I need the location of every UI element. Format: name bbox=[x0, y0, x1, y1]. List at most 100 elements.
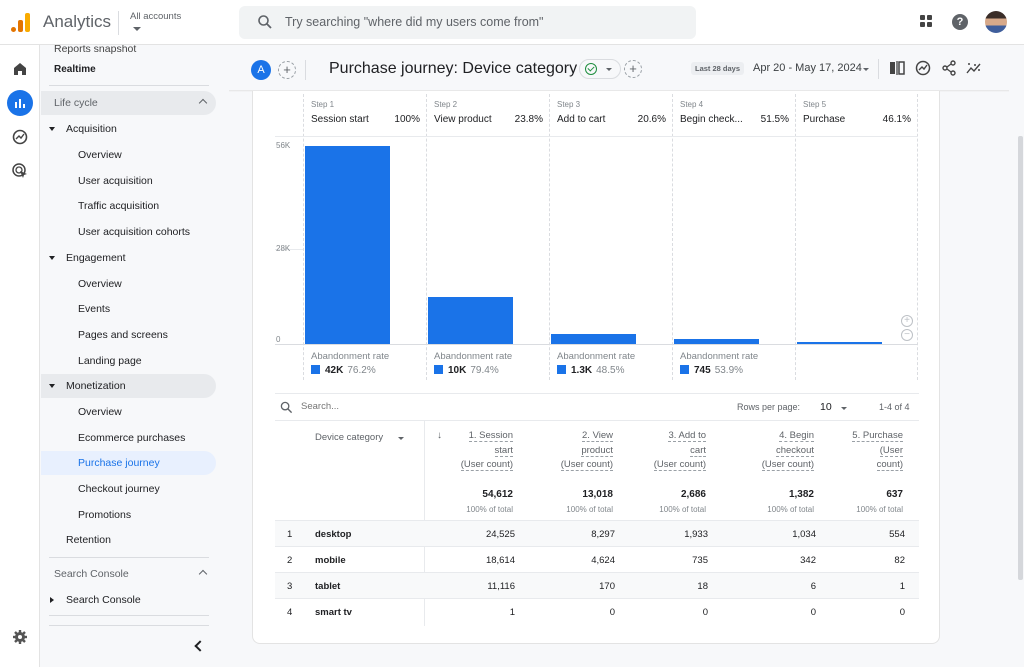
nav-group-engagement[interactable]: Engagement bbox=[41, 246, 216, 270]
apps-icon[interactable] bbox=[920, 15, 933, 28]
column-header[interactable]: 1. Session start (User count) bbox=[460, 429, 513, 473]
sort-arrow-icon[interactable]: ↓ bbox=[437, 430, 442, 441]
abandonment-label: Abandonment rate bbox=[311, 351, 390, 362]
nav-item-retention[interactable]: Retention bbox=[41, 528, 216, 552]
step-completion-rate: 20.6% bbox=[637, 114, 666, 125]
chevron-down-icon[interactable] bbox=[863, 68, 869, 71]
add-icon[interactable]: + bbox=[624, 60, 642, 78]
metric-cell: 11,116 bbox=[487, 581, 515, 592]
nav-item-events[interactable]: Events bbox=[41, 297, 216, 321]
bar-purchase[interactable] bbox=[797, 341, 882, 344]
dimension-header[interactable]: Device category bbox=[315, 432, 383, 443]
account-selector[interactable]: All accounts bbox=[130, 11, 181, 22]
header-line: (User bbox=[879, 444, 903, 457]
insights-icon[interactable] bbox=[915, 60, 931, 76]
nav-label: Acquisition bbox=[66, 123, 117, 135]
device-category-cell[interactable]: tablet bbox=[315, 581, 340, 592]
nav-group-monetization[interactable]: Monetization bbox=[41, 374, 216, 398]
abandonment-value: 42K 76.2% bbox=[311, 365, 376, 376]
sidebar-nav: Reports snapshot Realtime Life cycle Acq… bbox=[41, 45, 229, 667]
table-search-input[interactable] bbox=[301, 401, 501, 412]
nav-item-promotions[interactable]: Promotions bbox=[41, 503, 216, 527]
data-quality-button[interactable] bbox=[579, 59, 621, 79]
nav-item-landing-page[interactable]: Landing page bbox=[41, 349, 216, 373]
column-total: 637 bbox=[886, 489, 903, 500]
chevron-down-icon[interactable] bbox=[841, 407, 847, 410]
device-category-cell[interactable]: mobile bbox=[315, 555, 346, 566]
column-header[interactable]: 4. Begin checkout (User count) bbox=[761, 429, 814, 473]
nav-label: Search Console bbox=[66, 594, 141, 606]
chevron-down-icon[interactable] bbox=[398, 437, 404, 440]
trend-icon[interactable] bbox=[966, 60, 982, 76]
reports-icon[interactable] bbox=[7, 90, 33, 116]
collapse-sidebar-icon[interactable] bbox=[194, 640, 206, 652]
home-icon[interactable] bbox=[11, 60, 29, 78]
nav-item-purchase-journey[interactable]: Purchase journey bbox=[41, 451, 216, 475]
divider bbox=[878, 59, 879, 79]
nav-item-monetization-overview[interactable]: Overview bbox=[41, 400, 216, 424]
y-tick-label: 0 bbox=[276, 335, 281, 344]
nav-group-acquisition[interactable]: Acquisition bbox=[41, 117, 216, 141]
expand-icon bbox=[49, 384, 55, 388]
comparison-badge[interactable]: A bbox=[251, 60, 271, 80]
device-category-cell[interactable]: desktop bbox=[315, 529, 351, 540]
rows-per-page-select[interactable]: 10 bbox=[820, 401, 832, 413]
search-placeholder[interactable]: Try searching "where did my users come f… bbox=[285, 15, 544, 29]
nav-group-search-console[interactable]: Search Console bbox=[41, 588, 216, 612]
nav-item-traffic-acquisition[interactable]: Traffic acquisition bbox=[41, 194, 216, 218]
nav-item-ecommerce-purchases[interactable]: Ecommerce purchases bbox=[41, 426, 216, 450]
analytics-logo[interactable] bbox=[10, 12, 32, 32]
column-total: 2,686 bbox=[680, 489, 706, 500]
bar-view-product[interactable] bbox=[428, 296, 513, 344]
divider bbox=[49, 625, 209, 626]
table-row[interactable]: 4 smart tv 1 0 0 0 0 bbox=[275, 598, 919, 624]
metric-cell: 18,614 bbox=[485, 555, 515, 566]
nav-item-acquisition-overview[interactable]: Overview bbox=[41, 143, 216, 167]
chevron-up-icon[interactable] bbox=[198, 98, 208, 108]
bar-add-to-cart[interactable] bbox=[551, 334, 636, 344]
column-header[interactable]: 2. View product (User count) bbox=[560, 429, 613, 473]
explore-icon[interactable] bbox=[11, 128, 29, 146]
divider bbox=[49, 85, 209, 86]
device-category-cell[interactable]: smart tv bbox=[315, 607, 352, 618]
compare-icon[interactable] bbox=[889, 60, 905, 76]
nav-item-pages-and-screens[interactable]: Pages and screens bbox=[41, 323, 216, 347]
scrollbar[interactable] bbox=[1018, 136, 1023, 580]
metric-cell: 82 bbox=[894, 555, 905, 566]
column-header[interactable]: 5. Purchase (User count) bbox=[852, 429, 903, 473]
nav-item-user-acquisition[interactable]: User acquisition bbox=[41, 169, 216, 193]
table-row[interactable]: 3 tablet 11,116 170 18 6 1 bbox=[275, 572, 919, 598]
bar-begin-check[interactable] bbox=[674, 338, 759, 344]
date-preset-chip[interactable]: Last 28 days bbox=[691, 62, 745, 75]
legend-swatch bbox=[434, 365, 443, 374]
nav-section-search-console[interactable]: Search Console bbox=[41, 562, 216, 586]
abandonment-count: 42K bbox=[325, 365, 344, 376]
abandonment-label: Abandonment rate bbox=[680, 351, 759, 362]
chevron-up-icon[interactable] bbox=[198, 569, 208, 579]
column-header[interactable]: 3. Add to cart (User count) bbox=[653, 429, 706, 473]
table-row[interactable]: 1 desktop 24,525 8,297 1,933 1,034 554 bbox=[275, 520, 919, 546]
nav-item-checkout-journey[interactable]: Checkout journey bbox=[41, 477, 216, 501]
nav-item-realtime[interactable]: Realtime bbox=[41, 58, 216, 82]
settings-icon[interactable] bbox=[12, 629, 28, 645]
column-total: 13,018 bbox=[582, 489, 613, 500]
nav-section-life-cycle[interactable]: Life cycle bbox=[41, 91, 216, 115]
expand-icon bbox=[49, 127, 55, 131]
add-comparison-icon[interactable]: + bbox=[278, 61, 296, 79]
header-divider bbox=[426, 136, 549, 137]
column-total-percent: 100% of total bbox=[856, 505, 903, 514]
advertising-icon[interactable] bbox=[11, 162, 29, 180]
share-icon[interactable] bbox=[941, 60, 957, 76]
header-line: 5. Purchase bbox=[852, 430, 903, 442]
nav-item-user-acquisition-cohorts[interactable]: User acquisition cohorts bbox=[41, 220, 216, 244]
date-range[interactable]: Apr 20 - May 17, 2024 bbox=[753, 62, 862, 74]
nav-item-engagement-overview[interactable]: Overview bbox=[41, 272, 216, 296]
bar-session-start[interactable] bbox=[305, 146, 390, 344]
help-icon[interactable]: ? bbox=[952, 14, 968, 30]
y-tick-label: 28K bbox=[276, 244, 291, 253]
avatar[interactable] bbox=[985, 11, 1007, 33]
table-row[interactable]: 2 mobile 18,614 4,624 735 342 82 bbox=[275, 546, 919, 572]
search-bar[interactable]: Try searching "where did my users come f… bbox=[239, 6, 696, 39]
search-icon bbox=[280, 401, 293, 414]
chevron-down-icon[interactable] bbox=[133, 27, 141, 31]
